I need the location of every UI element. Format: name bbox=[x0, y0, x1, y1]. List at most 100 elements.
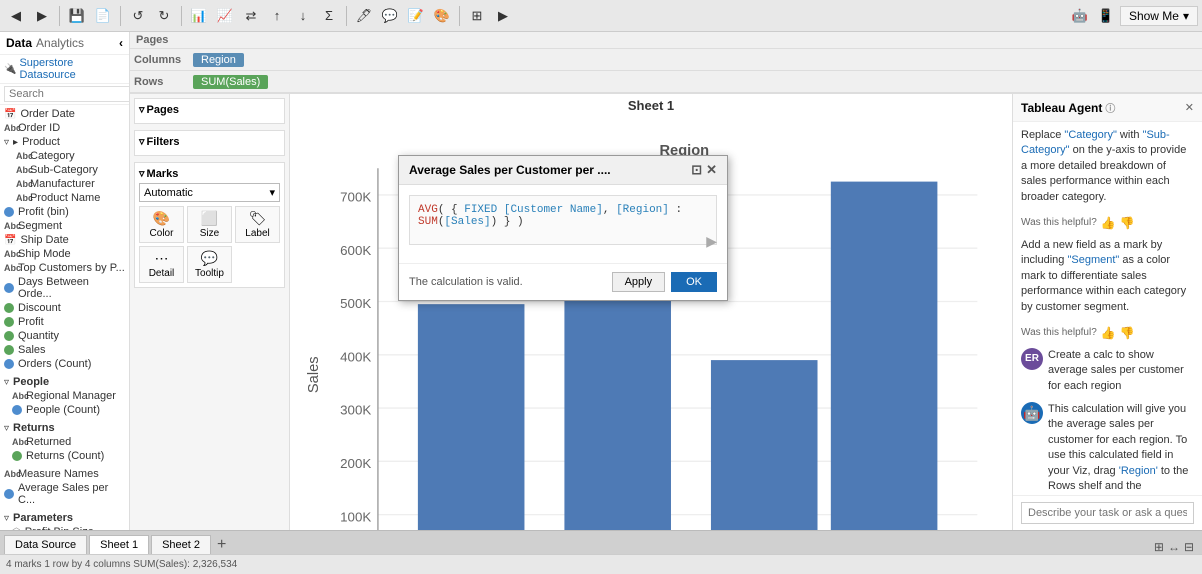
tooltip-mark-button[interactable]: 💬 Tooltip bbox=[187, 246, 232, 283]
info-icon[interactable]: ⓘ bbox=[1105, 100, 1115, 115]
restore-icon[interactable]: ⊡ bbox=[691, 162, 702, 178]
tab-sheet2[interactable]: Sheet 2 bbox=[151, 535, 211, 554]
show-me-button[interactable]: Show Me ▾ bbox=[1120, 6, 1198, 26]
line-chart-button[interactable]: 📈 bbox=[213, 4, 237, 28]
back-button[interactable]: ◀ bbox=[4, 4, 28, 28]
field-regional-manager[interactable]: Abc Regional Manager bbox=[2, 389, 127, 403]
redo-button[interactable]: ↻ bbox=[152, 4, 176, 28]
apply-button[interactable]: Apply bbox=[612, 272, 666, 292]
bar-chart-button[interactable]: 📊 bbox=[187, 4, 211, 28]
sort-desc-button[interactable]: ↓ bbox=[291, 4, 315, 28]
field-measure-names[interactable]: Abc Measure Names bbox=[2, 467, 127, 481]
ok-button[interactable]: OK bbox=[671, 272, 717, 292]
field-quantity[interactable]: Quantity bbox=[2, 329, 127, 343]
agent-close-icon[interactable]: ✕ bbox=[1185, 101, 1194, 114]
field-top-customers[interactable]: Abc Top Customers by P... bbox=[2, 261, 127, 275]
sort-asc-button[interactable]: ↑ bbox=[265, 4, 289, 28]
format-button[interactable]: 🎨 bbox=[430, 4, 454, 28]
tab-label: Sheet 2 bbox=[162, 539, 200, 551]
helpful-label: Was this helpful? bbox=[1021, 217, 1097, 228]
tooltip-button[interactable]: 💬 bbox=[378, 4, 402, 28]
swap-button[interactable]: ⇄ bbox=[239, 4, 263, 28]
data-tab[interactable]: Data bbox=[6, 36, 32, 50]
analytics-tab[interactable]: Analytics bbox=[36, 36, 84, 50]
field-discount[interactable]: Discount bbox=[2, 301, 127, 315]
field-subcategory[interactable]: Abc Sub-Category bbox=[2, 163, 127, 177]
field-returns-count[interactable]: Returns (Count) bbox=[2, 449, 127, 463]
field-ship-mode[interactable]: Abc Ship Mode bbox=[2, 247, 127, 261]
abc-icon: Abc bbox=[4, 469, 14, 479]
tooltip-label: Tooltip bbox=[195, 268, 224, 279]
field-avg-sales[interactable]: Average Sales per C... bbox=[2, 481, 127, 507]
rows-shelf: Rows SUM(Sales) bbox=[130, 71, 1202, 93]
expand-params-icon[interactable]: ▿ bbox=[4, 513, 9, 524]
sum-button[interactable]: Σ bbox=[317, 4, 341, 28]
returns-section-header[interactable]: ▿ Returns bbox=[2, 421, 127, 435]
highlight-button[interactable]: 🖊 bbox=[352, 4, 376, 28]
field-label: Profit (bin) bbox=[18, 206, 69, 218]
add-sheet-button[interactable]: + bbox=[217, 536, 226, 554]
field-segment[interactable]: Abc Segment bbox=[2, 219, 127, 233]
svg-text:400K: 400K bbox=[340, 349, 371, 364]
field-people-count[interactable]: People (Count) bbox=[2, 403, 127, 417]
label-mark-button[interactable]: 🏷 Label bbox=[235, 206, 280, 243]
agent-input[interactable] bbox=[1021, 502, 1194, 524]
thumbs-down-button-1[interactable]: 👎 bbox=[1120, 216, 1135, 230]
device-button[interactable]: 📱 bbox=[1094, 4, 1118, 28]
field-order-id[interactable]: Abc Order ID bbox=[2, 121, 127, 135]
expand-returns-icon[interactable]: ▿ bbox=[4, 423, 9, 434]
toolbar-sep-2 bbox=[120, 6, 121, 26]
field-order-date[interactable]: 📅 Order Date bbox=[2, 107, 127, 121]
field-returned[interactable]: Abc Returned bbox=[2, 435, 127, 449]
expand-people-icon[interactable]: ▿ bbox=[4, 377, 9, 388]
valid-message: The calculation is valid. bbox=[409, 276, 523, 288]
expand-icon[interactable]: ▸ bbox=[13, 137, 18, 148]
field-profit-bin[interactable]: Profit (bin) bbox=[2, 205, 127, 219]
people-section-header[interactable]: ▿ People bbox=[2, 375, 127, 389]
marks-type-dropdown[interactable]: Automatic ▾ bbox=[139, 183, 280, 202]
abc-icon: Abc bbox=[4, 123, 14, 133]
color-mark-button[interactable]: 🎨 Color bbox=[139, 206, 184, 243]
save-button[interactable]: 💾 bbox=[65, 4, 89, 28]
annotate-button[interactable]: 📝 bbox=[404, 4, 428, 28]
field-manufacturer[interactable]: Abc Manufacturer bbox=[2, 177, 127, 191]
presentation-button[interactable]: ▶ bbox=[491, 4, 515, 28]
size-mark-button[interactable]: ⬜ Size bbox=[187, 206, 232, 243]
thumbs-down-button-2[interactable]: 👎 bbox=[1120, 326, 1135, 340]
datasource-name[interactable]: Superstore Datasource bbox=[19, 57, 125, 81]
tab-data-source[interactable]: Data Source bbox=[4, 535, 87, 554]
undo-button[interactable]: ↺ bbox=[126, 4, 150, 28]
bottom-icon-1[interactable]: ⊞ bbox=[1154, 540, 1164, 554]
field-orders-count[interactable]: Orders (Count) bbox=[2, 357, 127, 371]
parameters-header[interactable]: ▿ Parameters bbox=[2, 511, 127, 525]
rows-pill[interactable]: SUM(Sales) bbox=[193, 75, 268, 89]
tab-sheet1[interactable]: Sheet 1 bbox=[89, 535, 149, 554]
field-label: Discount bbox=[18, 302, 61, 314]
columns-pill[interactable]: Region bbox=[193, 53, 244, 67]
field-profit[interactable]: Profit bbox=[2, 315, 127, 329]
thumbs-up-button-2[interactable]: 👍 bbox=[1101, 326, 1116, 340]
datasource-icon: 🔌 bbox=[4, 64, 16, 75]
fit-button[interactable]: ⊞ bbox=[465, 4, 489, 28]
field-product-name[interactable]: Abc Product Name bbox=[2, 191, 127, 205]
bottom-icon-2[interactable]: ↔ bbox=[1168, 540, 1180, 554]
detail-mark-button[interactable]: ⋯ Detail bbox=[139, 246, 184, 283]
field-days-between[interactable]: Days Between Orde... bbox=[2, 275, 127, 301]
region-link: 'Region' bbox=[1119, 465, 1158, 477]
parameters-label: Parameters bbox=[13, 512, 73, 524]
field-ship-date[interactable]: 📅 Ship Date bbox=[2, 233, 127, 247]
calc-formula[interactable]: AVG( { FIXED [Customer Name], [Region] :… bbox=[409, 195, 717, 245]
modal-close-icon[interactable]: ✕ bbox=[706, 162, 717, 178]
agent-button[interactable]: 🤖 bbox=[1068, 4, 1092, 28]
panel-collapse-icon[interactable]: ‹ bbox=[119, 36, 123, 50]
new-button[interactable]: 📄 bbox=[91, 4, 115, 28]
forward-button[interactable]: ▶ bbox=[30, 4, 54, 28]
agent-input-area bbox=[1013, 495, 1202, 530]
bottom-icon-3[interactable]: ⊟ bbox=[1184, 540, 1194, 554]
search-input[interactable] bbox=[4, 86, 130, 102]
field-sales[interactable]: Sales bbox=[2, 343, 127, 357]
thumbs-up-button-1[interactable]: 👍 bbox=[1101, 216, 1116, 230]
chevron-icon: ▿ bbox=[139, 135, 145, 148]
field-product-group[interactable]: ▿ ▸ Product bbox=[2, 135, 127, 149]
field-category[interactable]: Abc Category bbox=[2, 149, 127, 163]
